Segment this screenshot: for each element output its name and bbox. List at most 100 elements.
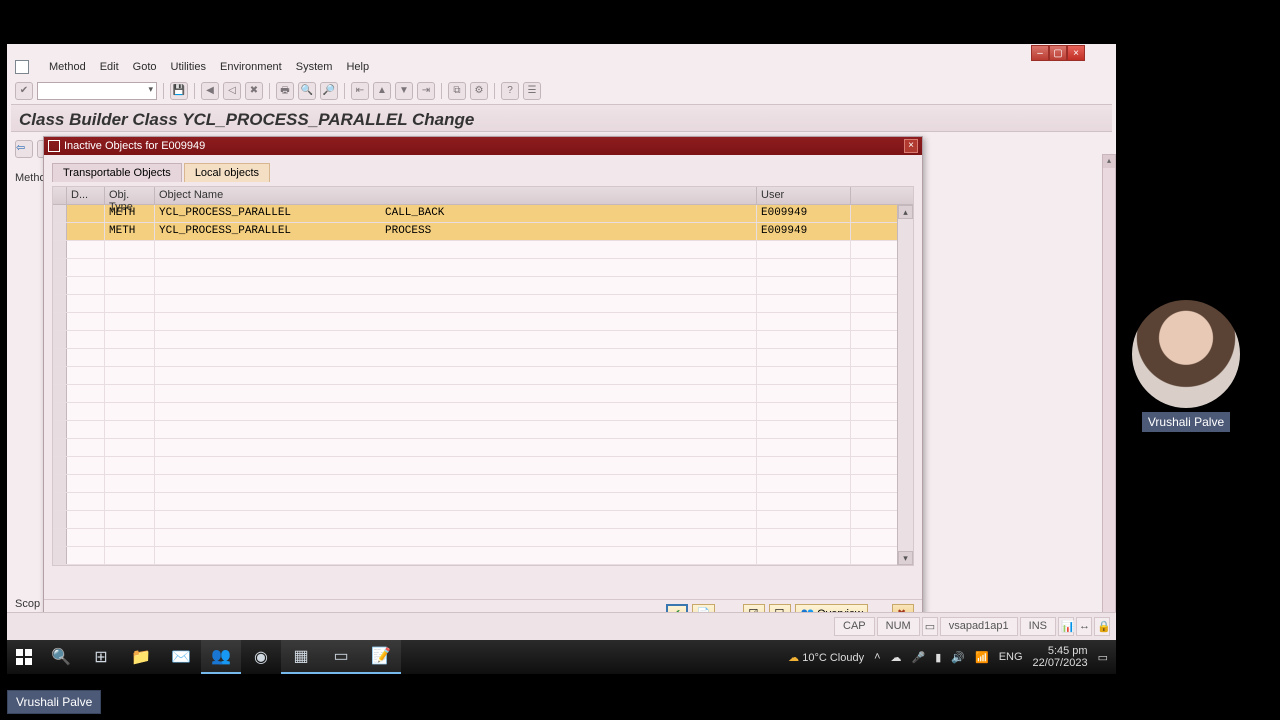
clock[interactable]: 5:45 pm 22/07/2023 (1033, 645, 1088, 669)
scroll-up-icon[interactable]: ▴ (1103, 155, 1115, 168)
status-server: vsapad1ap1 (940, 617, 1018, 636)
cell-type: METH (105, 205, 155, 222)
nav-back-icon[interactable]: ⇦ (15, 140, 33, 158)
sap-logon-icon[interactable]: ▭ (321, 640, 361, 674)
cell-d (67, 223, 105, 240)
menu-utilities[interactable]: Utilities (171, 61, 206, 73)
excel-icon[interactable]: ▦ (281, 640, 321, 674)
cancel-button[interactable]: ✖ (245, 82, 263, 100)
status-arrow-icon[interactable]: ↔ (1076, 617, 1092, 636)
menu-icon[interactable] (15, 60, 29, 74)
wifi-icon[interactable]: 📶 (975, 651, 989, 664)
table-row[interactable] (53, 529, 913, 547)
dialog-close-button[interactable]: × (904, 139, 918, 153)
table-row[interactable] (53, 475, 913, 493)
status-lock-icon[interactable]: 🔒 (1094, 617, 1110, 636)
tab-local[interactable]: Local objects (184, 163, 270, 182)
status-chart-icon[interactable]: 📊 (1058, 617, 1074, 636)
cell-name: YCL_PROCESS_PARALLEL (155, 223, 381, 240)
dialog-icon (48, 140, 60, 152)
table-row[interactable] (53, 403, 913, 421)
table-row[interactable] (53, 331, 913, 349)
file-explorer-icon[interactable]: 📁 (121, 640, 161, 674)
new-session-button[interactable]: ⧉ (448, 82, 466, 100)
next-page-button[interactable]: ▼ (395, 82, 413, 100)
col-object-name[interactable]: Object Name (155, 187, 757, 204)
table-row[interactable] (53, 547, 913, 565)
table-row[interactable] (53, 277, 913, 295)
cell-sub: PROCESS (381, 223, 757, 240)
dialog-titlebar: Inactive Objects for E009949 × (44, 137, 922, 155)
table-row[interactable] (53, 511, 913, 529)
scope-label-truncated: Scop (15, 598, 40, 610)
tab-transportable[interactable]: Transportable Objects (52, 163, 182, 182)
row-select[interactable] (53, 205, 67, 222)
table-row[interactable] (53, 259, 913, 277)
notepad-icon[interactable]: 📝 (361, 640, 401, 674)
menu-goto[interactable]: Goto (133, 61, 157, 73)
table-row[interactable] (53, 313, 913, 331)
scroll-down-icon[interactable]: ▾ (898, 551, 913, 565)
language-indicator[interactable]: ENG (999, 651, 1023, 663)
menu-edit[interactable]: Edit (100, 61, 119, 73)
scroll-up-icon[interactable]: ▴ (898, 205, 913, 219)
col-d[interactable]: D... (67, 187, 105, 204)
save-button[interactable]: 💾 (170, 82, 188, 100)
table-row[interactable]: METH YCL_PROCESS_PARALLEL PROCESS E00994… (53, 223, 913, 241)
system-tray: ☁ 10°C Cloudy ˄ ☁ 🎤 ▮ 🔊 📶 ENG 5:45 pm 22… (788, 645, 1116, 669)
dialog-tabs: Transportable Objects Local objects (52, 163, 914, 182)
table-row[interactable] (53, 385, 913, 403)
tray-chevron-icon[interactable]: ˄ (874, 651, 880, 663)
table-row[interactable] (53, 493, 913, 511)
menu-environment[interactable]: Environment (220, 61, 282, 73)
row-select[interactable] (53, 223, 67, 240)
search-icon[interactable]: 🔍 (41, 640, 81, 674)
back-button[interactable]: ◀ (201, 82, 219, 100)
table-scrollbar[interactable]: ▴ ▾ (897, 205, 913, 565)
outer-scrollbar[interactable]: ▴ (1102, 154, 1116, 634)
toolbar-separator (344, 83, 345, 99)
method-label-truncated: Metho (15, 172, 46, 184)
col-obj-type[interactable]: Obj. Type (105, 187, 155, 204)
windows-taskbar: 🔍 ⊞ 📁 ✉️ 👥 ◉ ▦ ▭ 📝 ☁ 10°C Cloudy ˄ ☁ 🎤 ▮… (7, 640, 1116, 674)
table-row[interactable] (53, 295, 913, 313)
prev-page-button[interactable]: ▲ (373, 82, 391, 100)
table-row[interactable] (53, 421, 913, 439)
battery-icon[interactable]: ▮ (935, 651, 941, 664)
last-page-button[interactable]: ⇥ (417, 82, 435, 100)
volume-icon[interactable]: 🔊 (951, 651, 965, 664)
task-view-icon[interactable]: ⊞ (81, 640, 121, 674)
onedrive-icon[interactable]: ☁ (891, 651, 902, 664)
print-button[interactable]: 🖶 (276, 82, 294, 100)
table-row[interactable] (53, 457, 913, 475)
toolbar-separator (269, 83, 270, 99)
outlook-icon[interactable]: ✉️ (161, 640, 201, 674)
first-page-button[interactable]: ⇤ (351, 82, 369, 100)
menu-method[interactable]: Method (49, 61, 86, 73)
page-title: Class Builder Class YCL_PROCESS_PARALLEL… (19, 110, 474, 130)
ok-icon[interactable]: ✔ (15, 82, 33, 100)
help-button[interactable]: ? (501, 82, 519, 100)
notifications-icon[interactable]: ▭ (1098, 651, 1108, 664)
col-user[interactable]: User (757, 187, 851, 204)
generate-button[interactable]: ⚙ (470, 82, 488, 100)
table-row[interactable] (53, 241, 913, 259)
mic-icon[interactable]: 🎤 (912, 651, 926, 664)
table-row[interactable] (53, 439, 913, 457)
col-select (53, 187, 67, 204)
layout-button[interactable]: ☰ (523, 82, 541, 100)
command-field[interactable] (37, 82, 157, 100)
teams-icon[interactable]: 👥 (201, 640, 241, 674)
table-row[interactable] (53, 367, 913, 385)
table-row[interactable] (53, 349, 913, 367)
chrome-icon[interactable]: ◉ (241, 640, 281, 674)
table-row[interactable]: METH YCL_PROCESS_PARALLEL CALL_BACK E009… (53, 205, 913, 223)
menu-help[interactable]: Help (346, 61, 369, 73)
exit-button[interactable]: ◁ (223, 82, 241, 100)
menu-system[interactable]: System (296, 61, 333, 73)
start-button[interactable] (7, 640, 41, 674)
cell-user: E009949 (757, 223, 851, 240)
find-button[interactable]: 🔍 (298, 82, 316, 100)
find-next-button[interactable]: 🔎 (320, 82, 338, 100)
weather-widget[interactable]: ☁ 10°C Cloudy (788, 651, 864, 664)
